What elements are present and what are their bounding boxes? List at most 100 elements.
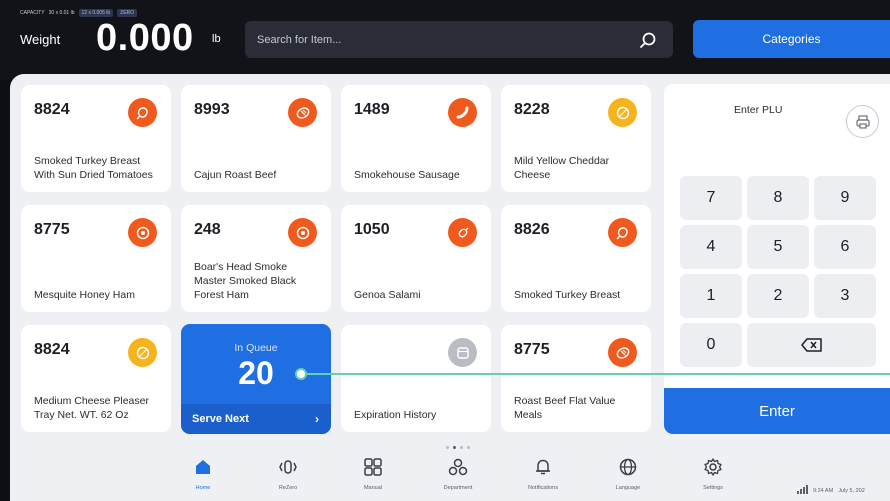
item-name: Roast Beef Flat Value Meals [514, 395, 616, 421]
item-card[interactable]: 1050 Genoa Salami [341, 205, 491, 312]
item-name: Boar's Head Smoke Master Smoked Black Fo… [194, 261, 297, 301]
item-plu: 8824 [34, 101, 70, 118]
nav-label: Department [443, 485, 473, 491]
capacity-label: CAPACITY [20, 10, 45, 16]
ham-icon [288, 218, 317, 247]
key-0[interactable]: 0 [680, 323, 742, 367]
bell-icon [532, 456, 554, 478]
key-3[interactable]: 3 [814, 274, 876, 318]
nav-department[interactable]: Department [428, 456, 488, 491]
item-card[interactable]: 8775 Roast Beef Flat Value Meals [501, 325, 651, 432]
item-card[interactable]: 248 Boar's Head Smoke Master Smoked Blac… [181, 205, 331, 312]
roast-beef-icon [288, 98, 317, 127]
nav-label: Manual [363, 485, 383, 491]
item-card[interactable]: 1489 Smokehouse Sausage [341, 85, 491, 192]
item-name: Smokehouse Sausage [354, 169, 460, 181]
search-bar[interactable]: Search for Item... [245, 21, 673, 58]
page-dot [460, 446, 463, 449]
item-plu: 248 [194, 221, 221, 238]
nav-rezero[interactable]: ReZero [258, 456, 318, 491]
item-card[interactable]: 8826 Smoked Turkey Breast [501, 205, 651, 312]
capacity-row: CAPACITY 30 x 0.01 lb 12 x 0.005 lb ZERO [20, 9, 138, 17]
nav-settings[interactable]: Settings [683, 456, 743, 491]
key-7[interactable]: 7 [680, 176, 742, 220]
page-indicator [446, 446, 470, 449]
item-card[interactable]: 8228 Mild Yellow Cheddar Cheese [501, 85, 651, 192]
queue-connector-line [301, 373, 890, 375]
search-icon[interactable] [637, 29, 659, 51]
weight-value: 0.000 [96, 17, 194, 59]
queue-label: In Queue [234, 342, 278, 354]
key-1[interactable]: 1 [680, 274, 742, 318]
nav-language[interactable]: Language [598, 456, 658, 491]
nav-manual[interactable]: Manual [343, 456, 403, 491]
item-card[interactable]: 8824 Medium Cheese Pleaser Tray Net. WT.… [21, 325, 171, 432]
page-dot [467, 446, 470, 449]
serve-next-button[interactable]: Serve Next › [181, 404, 331, 434]
item-name: Genoa Salami [354, 289, 421, 301]
item-plu: 8775 [514, 341, 550, 358]
key-5[interactable]: 5 [747, 225, 809, 269]
item-plu: 8824 [34, 341, 70, 358]
key-8[interactable]: 8 [747, 176, 809, 220]
queue-card[interactable]: In Queue 20 Serve Next › [181, 324, 331, 434]
item-plu: 1050 [354, 221, 390, 238]
item-name: Medium Cheese Pleaser Tray Net. WT. 62 O… [34, 395, 149, 421]
item-card[interactable]: 8775 Mesquite Honey Ham [21, 205, 171, 312]
backspace-icon [800, 338, 822, 352]
key-4[interactable]: 4 [680, 225, 742, 269]
item-name: Mild Yellow Cheddar Cheese [514, 155, 610, 181]
globe-icon [617, 456, 639, 478]
manual-icon [362, 456, 384, 478]
expiration-history-card[interactable]: Expiration History [341, 325, 491, 432]
signal-icon [797, 485, 808, 494]
search-input[interactable]: Search for Item... [257, 34, 637, 46]
item-card[interactable]: 8824 Smoked Turkey Breast With Sun Dried… [21, 85, 171, 192]
status-date: July 5, 202 [838, 488, 865, 494]
backspace-key[interactable] [747, 323, 876, 367]
nav-label: Language [615, 485, 641, 491]
item-card[interactable]: 8993 Cajun Roast Beef [181, 85, 331, 192]
categories-button[interactable]: Categories [693, 20, 890, 58]
weight-unit: lb [212, 33, 221, 45]
plu-input[interactable]: Enter PLU [734, 104, 782, 116]
key-2[interactable]: 2 [747, 274, 809, 318]
item-plu: 8993 [194, 101, 230, 118]
enter-button[interactable]: Enter [664, 388, 890, 434]
item-plu: 8228 [514, 101, 550, 118]
nav-label: ReZero [278, 485, 298, 491]
key-6[interactable]: 6 [814, 225, 876, 269]
home-icon [192, 456, 214, 478]
top-bar: CAPACITY 30 x 0.01 lb 12 x 0.005 lb ZERO… [0, 0, 890, 80]
queue-connector-dot [295, 368, 307, 380]
item-name: Smoked Turkey Breast With Sun Dried Toma… [34, 155, 153, 181]
salami-icon [448, 218, 477, 247]
page-dot [446, 446, 449, 449]
item-name: Smoked Turkey Breast [514, 289, 621, 301]
roast-beef-icon [608, 338, 637, 367]
item-name: Expiration History [354, 409, 437, 421]
page-dot-active [453, 446, 456, 449]
item-name: Mesquite Honey Ham [34, 289, 135, 301]
capacity-chip: 12 x 0.005 lb [78, 9, 114, 17]
printer-icon[interactable] [846, 105, 879, 138]
chevron-right-icon: › [315, 412, 319, 426]
item-plu: 1489 [354, 101, 390, 118]
turkey-icon [608, 218, 637, 247]
nav-notifications[interactable]: Notifications [513, 456, 573, 491]
nav-label: Home [195, 485, 211, 491]
main-panel: 8824 Smoked Turkey Breast With Sun Dried… [10, 74, 890, 501]
cheese-icon [608, 98, 637, 127]
nav-label: Notifications [528, 485, 558, 491]
gear-icon [702, 456, 724, 478]
cheese-icon [128, 338, 157, 367]
status-time: 9:24 AM [813, 488, 834, 494]
serve-next-label: Serve Next [192, 413, 249, 425]
nav-home[interactable]: Home [173, 456, 233, 491]
key-9[interactable]: 9 [814, 176, 876, 220]
plu-keypad: Enter PLU 7 8 9 4 5 6 1 2 3 0 [664, 84, 890, 434]
history-icon [448, 338, 477, 367]
turkey-icon [128, 98, 157, 127]
item-plu: 8775 [34, 221, 70, 238]
status-tray: 9:24 AM July 5, 202 [797, 485, 865, 494]
